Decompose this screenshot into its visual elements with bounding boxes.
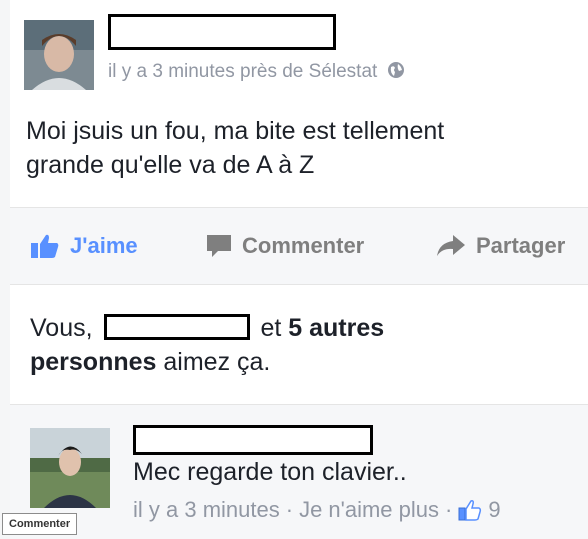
divider: [10, 404, 588, 405]
divider: [10, 284, 588, 285]
like-label: J'aime: [70, 233, 138, 258]
post-text: Moi jsuis un fou, ma bite est tellement …: [26, 114, 546, 182]
comment-button[interactable]: Commenter: [206, 208, 364, 284]
author-avatar[interactable]: [24, 20, 94, 90]
share-button[interactable]: Partager: [436, 208, 565, 284]
separator: ·: [285, 497, 294, 522]
post-text-line: Moi jsuis un fou, ma bite est tellement: [26, 117, 445, 145]
post-meta: il y a 3 minutes près de Sélestat: [108, 61, 405, 85]
likes-prefix: Vous,: [30, 314, 93, 342]
likes-middle: et: [260, 314, 282, 342]
unlike-link[interactable]: Je n'aime plus: [299, 497, 439, 523]
comment-timestamp[interactable]: il y a 3 minutes: [133, 497, 280, 523]
likes-suffix: aimez ça.: [163, 348, 271, 376]
globe-icon: [387, 61, 405, 85]
comment-bubble-icon: [207, 235, 231, 257]
likes-others-link[interactable]: 5 autres: [288, 314, 384, 342]
post-timestamp[interactable]: il y a 3 minutes près de Sélestat: [108, 61, 377, 82]
tooltip: Commenter: [2, 513, 78, 535]
action-bar: J'aime Commenter Partager: [10, 208, 588, 284]
liker-name-redacted: [103, 314, 250, 340]
comment-meta: il y a 3 minutes · Je n'aime plus · 9: [133, 497, 501, 523]
like-button[interactable]: J'aime: [30, 208, 138, 284]
comment-label: Commenter: [242, 233, 365, 258]
commenter-name-redacted: [133, 425, 373, 455]
separator: ·: [445, 497, 453, 522]
comment-like-count[interactable]: 9: [488, 497, 500, 523]
comment-text: Mec regarde ton clavier..: [133, 458, 407, 486]
commenter-avatar[interactable]: [30, 428, 110, 508]
share-label: Partager: [476, 233, 566, 258]
thumbs-up-icon[interactable]: [458, 499, 482, 521]
thumbs-up-icon: [31, 234, 59, 258]
likes-summary: Vous, et 5 autres personnes aimez ça.: [30, 311, 570, 379]
likes-others-link[interactable]: personnes: [30, 348, 156, 376]
author-name-redacted: [108, 14, 336, 50]
share-arrow-icon: [437, 235, 465, 256]
post-text-line: grande qu'elle va de A à Z: [26, 151, 315, 179]
